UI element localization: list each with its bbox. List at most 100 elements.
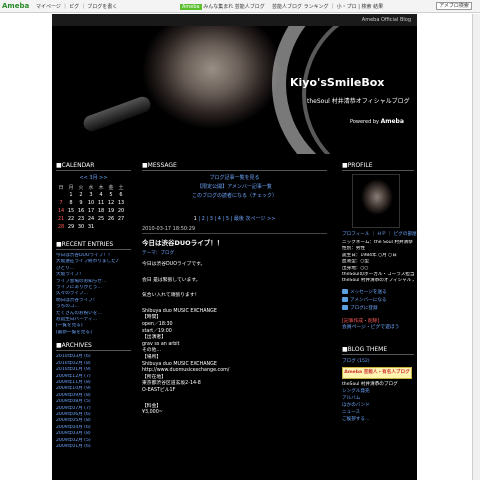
- weekday-cell: 金: [108, 184, 114, 191]
- bookmark-icon: [342, 304, 348, 310]
- ad-text: みんな集まれ 芸能人ブログ: [203, 4, 265, 10]
- weekday-cell: 火: [78, 184, 84, 191]
- blog-title[interactable]: Kiyo'sSmileBox: [290, 76, 384, 89]
- entry-line: 気合い入れて頑張ります！: [142, 293, 200, 299]
- page-current: 1: [193, 216, 197, 222]
- ameba-celebrity-blog-banner[interactable]: Ameba 芸能人・有名人ブログ: [342, 366, 412, 379]
- calendar-day: 14: [57, 208, 65, 214]
- amember-list-link[interactable]: 【限定公開】アメンバー記事一覧: [142, 183, 327, 192]
- page-link[interactable]: 4: [218, 216, 221, 222]
- page-link[interactable]: 2: [202, 216, 205, 222]
- ameba-logo[interactable]: Ameba: [2, 2, 29, 10]
- recent-entries-list: 今日は渋谷DUOライブ！！ 大阪遠征ライブ終わりました♪ ひとり… 大阪ライブ！…: [56, 253, 131, 336]
- calendar-day: 1: [69, 192, 73, 198]
- weekday-cell: 日: [58, 184, 64, 191]
- page-last-link[interactable]: 最後: [234, 216, 244, 222]
- page-next-link[interactable]: 次ページ >>: [246, 216, 276, 222]
- calendar-day: 7: [59, 200, 63, 206]
- calendar-day: 9: [79, 200, 83, 206]
- send-message-label: メッセージを送る: [350, 289, 387, 295]
- weekday-cell: 水: [88, 184, 94, 191]
- theme-link[interactable]: ニュース: [342, 409, 414, 416]
- theme-link[interactable]: アルバム: [342, 395, 414, 402]
- recent-entries-box: ■RECENT ENTRIES 今日は渋谷DUOライブ！！ 大阪遠征ライブ終わり…: [56, 241, 131, 336]
- weekday-cell: 月: [68, 184, 74, 191]
- calendar-day: 27: [117, 216, 125, 222]
- theme-link[interactable]: ご挨拶する…: [342, 416, 414, 423]
- entry-line: start／19:00: [142, 328, 172, 334]
- entry-url-link[interactable]: http://www.duomusicexchange.com/: [142, 368, 327, 375]
- become-amember-label: アメンバーになる: [350, 297, 387, 303]
- entry-list-link[interactable]: ブログ記事一覧を見る: [142, 174, 327, 183]
- register-blog-button[interactable]: ブログに登録: [342, 304, 414, 313]
- promo-blue-link[interactable]: 会員ページ・ピグで遊ぼう: [342, 325, 414, 332]
- profile-line: theSoul 村井清恭のオフィシャルブログ。詳細はこちら: [342, 278, 414, 284]
- page-link[interactable]: 5: [226, 216, 229, 222]
- page-link[interactable]: 3: [210, 216, 213, 222]
- calendar-day: 22: [67, 216, 75, 222]
- calendar-day: 5: [109, 192, 113, 198]
- calendar-day: 24: [87, 216, 95, 222]
- profile-photo[interactable]: [352, 174, 400, 228]
- official-blog-label: Ameba Official Blog: [361, 17, 411, 23]
- calendar-month-nav[interactable]: << 3月 >>: [56, 174, 131, 181]
- entry-line: grav ss an arbit: [142, 341, 180, 347]
- person-icon: [342, 296, 348, 302]
- blog-header: Ameba Official Blog Kiyo'sSmileBox theSo…: [52, 14, 417, 154]
- calendar-day: 13: [117, 200, 125, 206]
- become-amember-button[interactable]: アメンバーになる: [342, 296, 414, 305]
- entry-line: O-EASTビル1F: [142, 387, 176, 393]
- theme-link[interactable]: ほかのバンド: [342, 402, 414, 409]
- calendar-day: 8: [69, 200, 73, 206]
- calendar-day: 18: [97, 208, 105, 214]
- calendar-day: 25: [97, 216, 105, 222]
- page-scrollbar[interactable]: [472, 14, 480, 480]
- recent-entries-heading: ■RECENT ENTRIES: [56, 241, 131, 250]
- theme-link[interactable]: シングル発売: [342, 388, 414, 395]
- calendar-day: 11: [97, 200, 105, 206]
- calendar-day: 4: [99, 192, 103, 198]
- pagination: 1 | 2 | 3 | 4 | 5 | 最後 次ページ >>: [193, 216, 276, 222]
- theme-link[interactable]: ブログ (152): [342, 358, 414, 365]
- weekday-cell: 木: [98, 184, 104, 191]
- profile-actions: メッセージを送る アメンバーになる ブログに登録: [342, 288, 414, 313]
- message-box: ■MESSAGE ブログ記事一覧を見る 【限定公開】アメンバー記事一覧 このブロ…: [142, 162, 327, 201]
- top-right-links[interactable]: 芸能人ブログ ランキング ｜ 小・プロ | 検索 結果: [272, 3, 383, 10]
- entry-spacer: [142, 300, 327, 309]
- calendar-day: [96, 223, 106, 231]
- calendar-day: 31: [87, 224, 95, 230]
- entry-title[interactable]: 今日は渋谷DUOライブ！！: [142, 237, 327, 247]
- entry-theme-link[interactable]: テーマ：ブログ: [142, 250, 327, 256]
- theme-list: theSoul 村井清恭のブログ シングル発売 アルバム ほかのバンド ニュース…: [342, 381, 414, 423]
- header-singer-photo: [52, 14, 302, 154]
- calendar-week-row: 7 8 9 10 11 12 13: [56, 199, 126, 207]
- entry-date: 2010-03-17 18:50:29: [142, 226, 327, 234]
- ameblo-search-button[interactable]: アメブロ検索: [436, 2, 472, 10]
- send-message-button[interactable]: メッセージを送る: [342, 288, 414, 297]
- top-nav-links[interactable]: マイページ ｜ ピグ ｜ ブログを書く: [36, 3, 117, 10]
- calendar-day: 6: [119, 192, 123, 198]
- entry-body: 今日は渋谷DUOライブです。 会日 是は緊張しています。 気合い入れて頑張ります…: [142, 262, 327, 417]
- calendar-day: 10: [87, 200, 95, 206]
- entry-line: 東京都渋谷区道玄坂2-14-8: [142, 381, 201, 387]
- calendar-week-row: 1 2 3 4 5 6: [56, 191, 126, 199]
- become-reader-link[interactable]: このブログの読者になる（チェック）: [142, 192, 327, 201]
- theme-link[interactable]: theSoul 村井清恭のブログ: [342, 381, 414, 388]
- calendar-weekday-row: 日 月 火 水 木 金 土: [56, 183, 126, 191]
- calendar-week-row: 14 15 16 17 18 19 20: [56, 207, 126, 215]
- archive-link[interactable]: 2009年01月 (6): [56, 444, 131, 450]
- calendar-day: 26: [107, 216, 115, 222]
- ad-tag: Ameba: [180, 4, 202, 10]
- calendar-day: 30: [77, 224, 85, 230]
- entry-line: その他…: [142, 348, 162, 354]
- powered-by-ameba[interactable]: Powered by Ameba: [350, 118, 404, 125]
- entry-spacer: [142, 395, 327, 404]
- calendar-day: 12: [107, 200, 115, 206]
- profile-links[interactable]: プロフィール ｜ ＨＰ ｜ ピグの部屋: [342, 231, 417, 237]
- blog-theme-box: ■BLOG THEME ブログ (152) Ameba 芸能人・有名人ブログ t…: [342, 346, 414, 423]
- calendar-week-row: 28 29 30 31: [56, 223, 126, 231]
- top-ad-banner[interactable]: Ameba みんな集まれ 芸能人ブログ: [180, 3, 265, 10]
- calendar-box: ■CALENDAR << 3月 >> 日 月 火 水 木 金 土 1 2 3 4…: [56, 162, 131, 231]
- calendar-day[interactable]: 17: [86, 207, 96, 215]
- recent-list-latest-link[interactable]: [最新一覧を見る]: [56, 330, 131, 336]
